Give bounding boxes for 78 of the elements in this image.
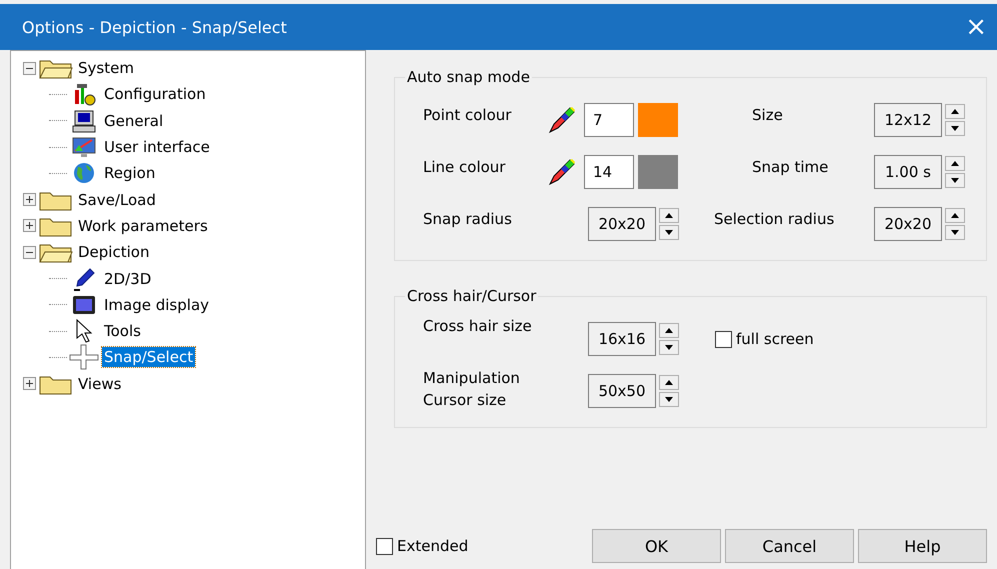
spin-field[interactable]: 16x16 (588, 322, 656, 356)
spin-up-button[interactable] (945, 208, 965, 223)
tools-icon (72, 82, 96, 106)
spin-up-button[interactable] (659, 323, 679, 338)
tree-item[interactable]: Image display (102, 294, 212, 315)
spin-field[interactable]: 20x20 (874, 207, 942, 241)
up-triangle-icon (951, 109, 959, 114)
up-triangle-icon (665, 380, 673, 385)
spin-up-button[interactable] (659, 208, 679, 223)
computer-icon (72, 108, 96, 133)
spin-field[interactable]: 12x12 (874, 103, 942, 137)
tree-item[interactable]: Save/Load (76, 190, 158, 210)
field-label: Snap time (751, 157, 830, 178)
spin-field[interactable]: 50x50 (588, 374, 656, 408)
expand-icon[interactable] (23, 193, 36, 206)
collapse-icon[interactable] (23, 246, 36, 259)
globe-icon (72, 161, 96, 186)
tree-item[interactable]: Configuration (102, 84, 208, 104)
tree-item[interactable]: General (102, 110, 166, 131)
spin-up-button[interactable] (659, 375, 679, 390)
pencil-icon[interactable] (548, 106, 576, 134)
checkbox-label[interactable]: Extended (397, 537, 468, 555)
tree-item[interactable]: Work parameters (76, 216, 210, 236)
spin-down-button[interactable] (659, 340, 679, 355)
dialog-button[interactable]: OK (592, 529, 721, 563)
collapse-icon[interactable] (23, 62, 36, 75)
group-title: Auto snap mode (406, 68, 531, 86)
crosshair-icon (69, 344, 99, 370)
pen-icon (72, 266, 96, 291)
dialog-button[interactable]: Help (858, 529, 987, 563)
checkbox[interactable] (715, 330, 732, 348)
expand-icon[interactable] (23, 219, 36, 232)
spin-field[interactable]: 1.00 s (874, 155, 942, 189)
tree-item[interactable]: 2D/3D (102, 268, 154, 289)
down-triangle-icon (665, 397, 673, 402)
up-triangle-icon (951, 213, 959, 218)
spin-down-button[interactable] (945, 121, 965, 136)
field-label: Selection radius (714, 209, 836, 230)
checkbox-label[interactable]: full screen (736, 330, 814, 348)
window-title: Options - Depiction - Snap/Select (22, 18, 287, 36)
tree-item[interactable]: User interface (102, 137, 212, 158)
expand-icon[interactable] (23, 377, 36, 390)
spin-down-button[interactable] (945, 225, 965, 240)
spin-up-button[interactable] (945, 104, 965, 119)
input-field[interactable]: 7 (584, 103, 634, 137)
close-button[interactable]: × (961, 14, 991, 40)
pencil-icon[interactable] (548, 158, 576, 186)
input-field[interactable]: 14 (584, 155, 634, 189)
field-label: Snap radius (423, 209, 513, 230)
tree-item[interactable]: Tools (102, 321, 143, 342)
tree-item[interactable]: Views (76, 374, 124, 394)
field-label: Size (751, 105, 784, 126)
spin-down-button[interactable] (945, 173, 965, 188)
spin-field[interactable]: 20x20 (588, 207, 656, 241)
down-triangle-icon (665, 345, 673, 350)
tree-item[interactable]: Region (102, 163, 158, 184)
tree-item[interactable]: Snap/Select (102, 347, 196, 368)
field-label: Line colour (423, 157, 506, 178)
tree-item[interactable]: Depiction (76, 242, 152, 262)
down-triangle-icon (951, 126, 959, 131)
field-label: Point colour (423, 105, 512, 126)
down-triangle-icon (951, 178, 959, 183)
group-title: Cross hair/Cursor (406, 287, 538, 305)
checkbox[interactable] (376, 538, 393, 554)
up-triangle-icon (665, 213, 673, 218)
field-label: Manipulation Cursor size (423, 368, 521, 411)
up-triangle-icon (951, 161, 959, 166)
spin-down-button[interactable] (659, 392, 679, 407)
dialog-button[interactable]: Cancel (725, 529, 854, 563)
spin-up-button[interactable] (945, 156, 965, 171)
up-triangle-icon (665, 328, 673, 333)
spin-down-button[interactable] (659, 225, 679, 240)
monitor-icon (72, 135, 96, 160)
down-triangle-icon (665, 230, 673, 235)
tree-item[interactable]: System (76, 58, 136, 78)
arrow-cursor-icon (75, 319, 93, 344)
down-triangle-icon (951, 230, 959, 235)
field-label: Cross hair size (423, 316, 533, 337)
